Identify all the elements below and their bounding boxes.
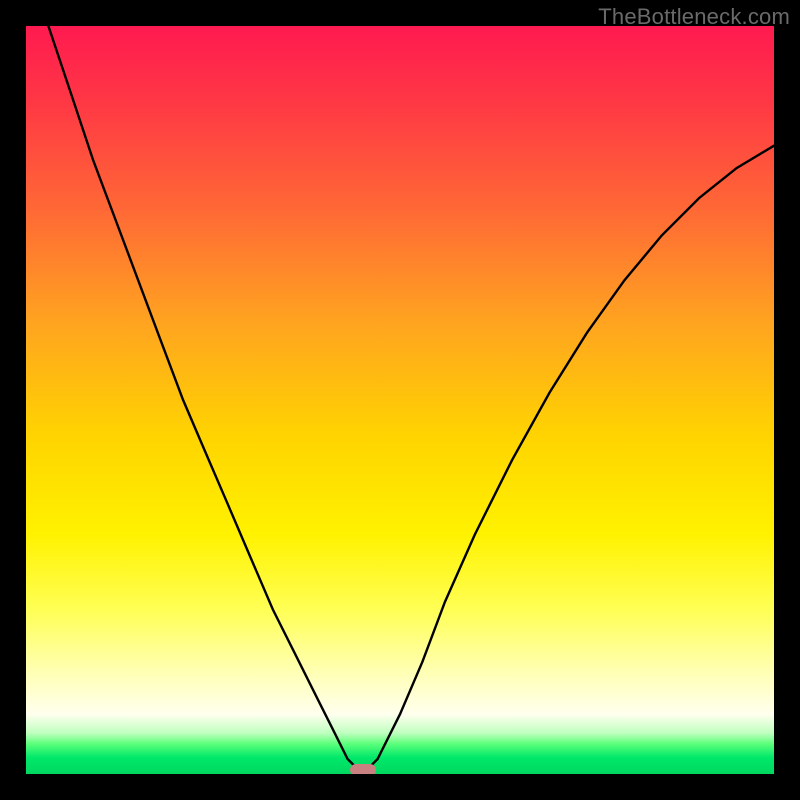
curve-layer [26,26,774,774]
chart-frame: TheBottleneck.com [0,0,800,800]
plot-area [26,26,774,774]
bottleneck-curve [26,26,774,774]
watermark-text: TheBottleneck.com [598,4,790,30]
minimum-marker [350,764,376,774]
